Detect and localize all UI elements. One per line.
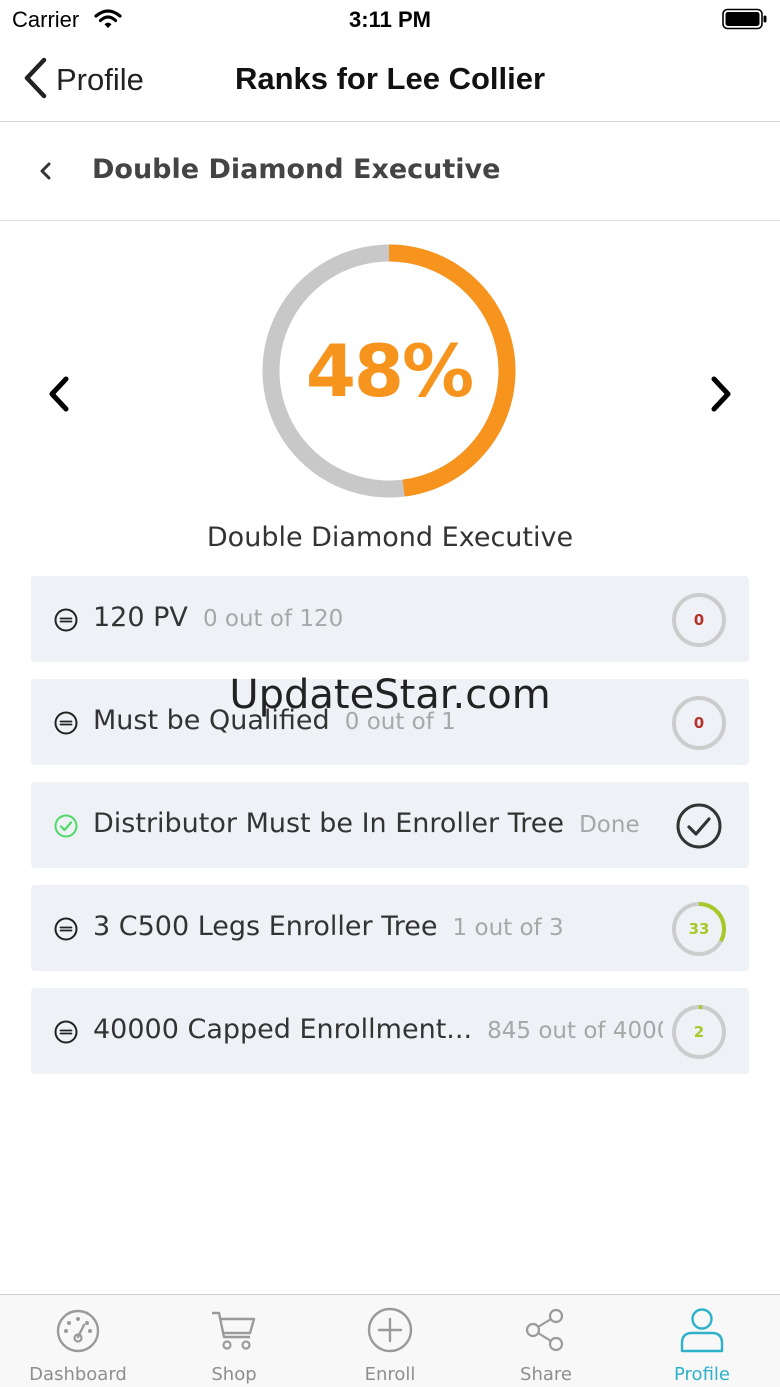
tab-bar: Dashboard Shop Enroll Share Profile [0, 1294, 780, 1387]
requirements-list: 120 PV 0 out of 120 0 Must be Qualified … [31, 576, 749, 1091]
badge-value: 2 [693, 1023, 705, 1041]
progress-percent: 48% [305, 329, 474, 413]
requirement-status: 0 out of 1 [344, 709, 456, 735]
status-bar: Carrier 3:11 PM [0, 0, 780, 40]
progress-caption: Double Diamond Executive [206, 522, 574, 553]
previous-rank-arrow-icon[interactable] [44, 374, 74, 418]
requirement-progress-badge: 2 [671, 1004, 727, 1060]
progress-ring: 48% [261, 243, 517, 499]
tab-share[interactable]: Share [468, 1295, 624, 1387]
requirement-text: 40000 Capped Enrollment... 845 out of 40… [93, 1014, 663, 1045]
rank-title: Double Diamond Executive [92, 154, 501, 185]
requirement-row[interactable]: Must be Qualified 0 out of 1 0 [31, 679, 749, 765]
requirement-progress-badge: 33 [671, 901, 727, 957]
tab-enroll[interactable]: Enroll [312, 1295, 468, 1387]
share-icon [525, 1308, 564, 1352]
requirement-name: Distributor Must be In Enroller Tree [93, 808, 564, 839]
requirement-row[interactable]: 3 C500 Legs Enroller Tree 1 out of 3 33 [31, 885, 749, 971]
badge-value: 0 [693, 611, 705, 629]
requirement-name: Must be Qualified [93, 705, 330, 736]
requirement-status: 845 out of 40000 [487, 1018, 663, 1044]
next-rank-arrow-icon[interactable] [706, 374, 736, 418]
minus-circle-icon [54, 917, 78, 941]
requirement-row[interactable]: 40000 Capped Enrollment... 845 out of 40… [31, 988, 749, 1074]
tab-label: Dashboard [29, 1364, 127, 1385]
dashboard-gauge-icon [56, 1309, 100, 1353]
tab-label: Enroll [364, 1364, 416, 1385]
requirement-text: Distributor Must be In Enroller Tree Don… [93, 808, 663, 839]
minus-circle-icon [54, 608, 78, 632]
requirement-text: Must be Qualified 0 out of 1 [93, 705, 663, 736]
rank-back-button[interactable] [34, 158, 56, 188]
requirement-row[interactable]: 120 PV 0 out of 120 0 [31, 576, 749, 662]
navigation-bar: Profile Ranks for Lee Collier [0, 40, 780, 122]
requirement-name: 40000 Capped Enrollment... [93, 1014, 473, 1045]
requirement-status: 0 out of 120 [202, 606, 344, 632]
requirement-name: 120 PV [93, 602, 188, 633]
check-circle-icon [54, 814, 78, 838]
requirement-done-badge [671, 798, 727, 854]
page-title: Ranks for Lee Collier [234, 61, 546, 96]
shopping-cart-icon [212, 1311, 256, 1350]
tab-label: Share [520, 1364, 572, 1385]
requirement-name: 3 C500 Legs Enroller Tree [93, 911, 438, 942]
rank-header: Double Diamond Executive [0, 122, 780, 221]
plus-circle-icon [367, 1307, 413, 1353]
minus-circle-icon [54, 711, 78, 735]
requirement-status: Done [579, 812, 640, 838]
badge-value: 33 [688, 920, 710, 938]
requirement-progress-badge: 0 [671, 592, 727, 648]
requirement-status: 1 out of 3 [452, 915, 564, 941]
requirement-progress-badge: 0 [671, 695, 727, 751]
requirement-text: 120 PV 0 out of 120 [93, 602, 663, 633]
clock: 3:11 PM [349, 7, 431, 32]
badge-value [671, 798, 727, 854]
tab-label: Profile [674, 1364, 730, 1385]
tab-shop[interactable]: Shop [156, 1295, 312, 1387]
badge-value: 0 [693, 714, 705, 732]
tab-profile[interactable]: Profile [624, 1295, 780, 1387]
user-icon [680, 1308, 724, 1353]
requirement-row[interactable]: Distributor Must be In Enroller Tree Don… [31, 782, 749, 868]
tab-dashboard[interactable]: Dashboard [0, 1295, 156, 1387]
battery-icon [722, 8, 768, 34]
minus-circle-icon [54, 1020, 78, 1044]
requirement-text: 3 C500 Legs Enroller Tree 1 out of 3 [93, 911, 663, 942]
tab-label: Shop [211, 1364, 257, 1385]
